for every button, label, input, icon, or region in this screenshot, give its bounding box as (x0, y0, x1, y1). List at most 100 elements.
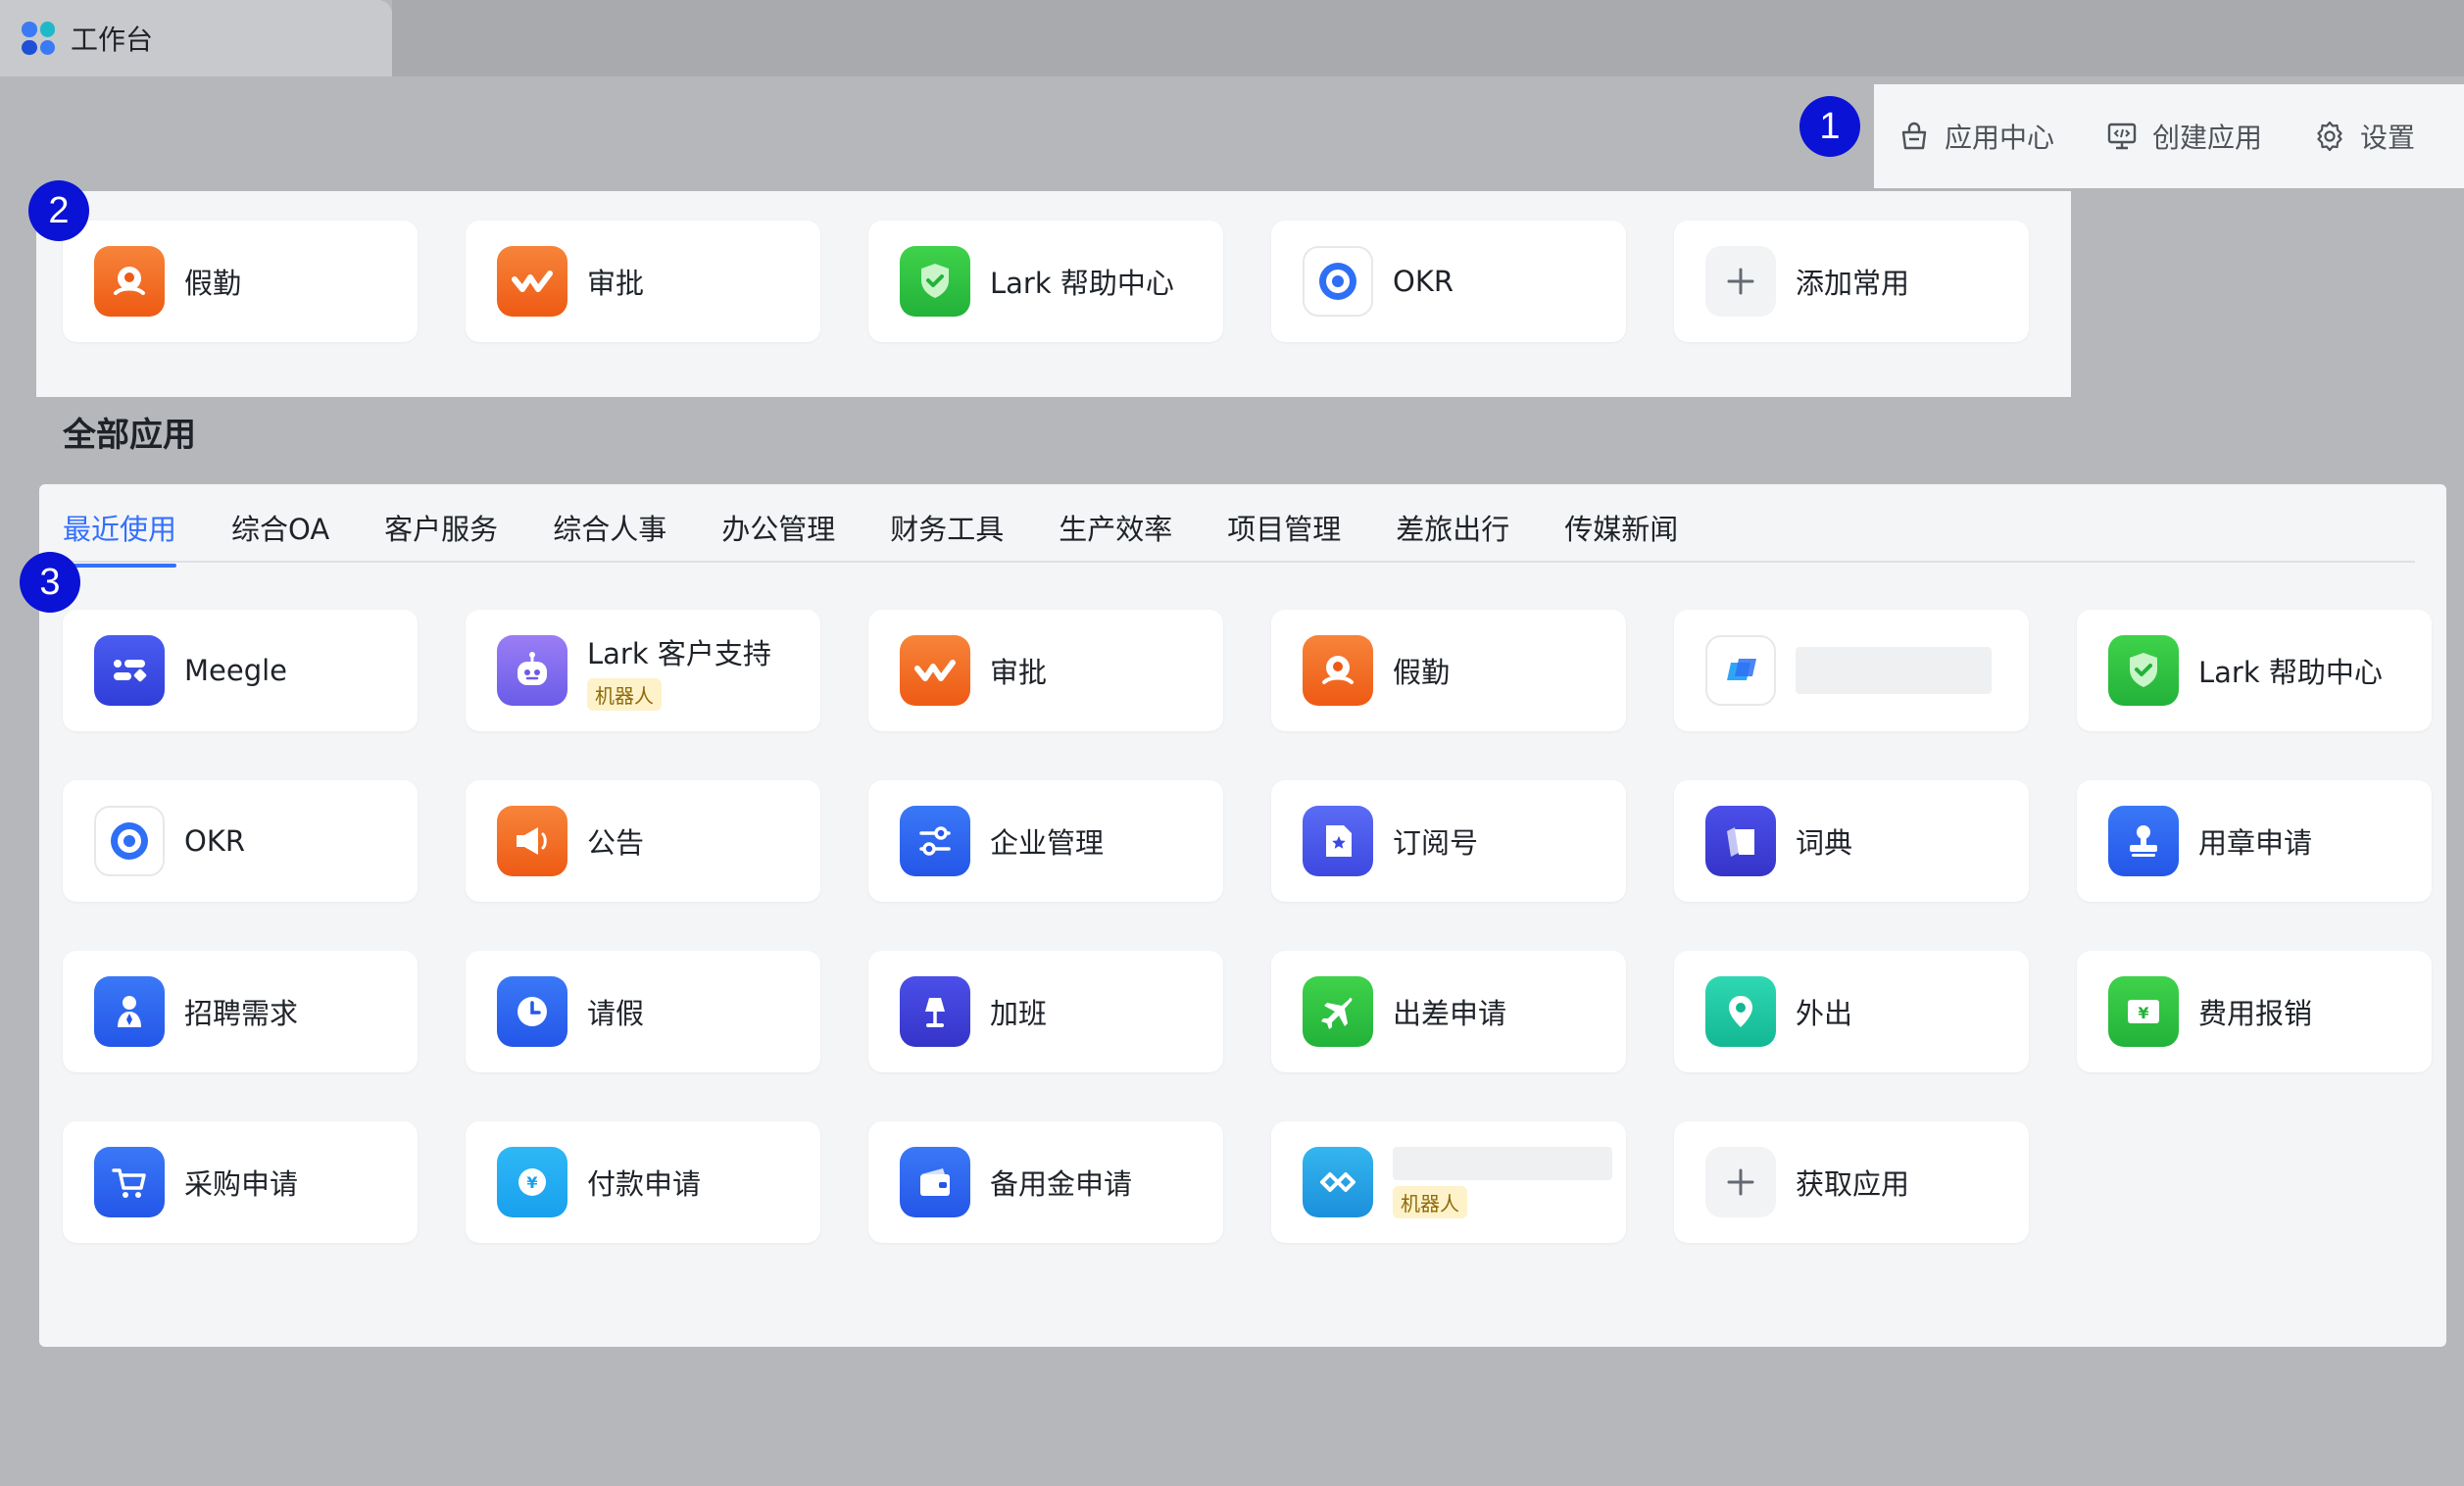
tab-oa[interactable]: 综合OA (231, 489, 329, 566)
plus-icon (1705, 246, 1776, 317)
card-label: 公告 (587, 826, 645, 860)
marker-3: 3 (20, 552, 80, 613)
okr-icon (1303, 246, 1373, 317)
app-card[interactable]: 外出 (1674, 951, 2029, 1072)
tab-recent[interactable]: 最近使用 (63, 489, 177, 568)
card-label: Lark 帮助中心 (990, 267, 1174, 300)
app-card[interactable]: 备用金申请 (868, 1121, 1223, 1243)
app-card[interactable]: 采购申请 (63, 1121, 418, 1243)
card-text: Lark 客户支持 机器人 (587, 631, 771, 711)
favorite-card[interactable]: OKR (1271, 221, 1626, 342)
favorite-card[interactable]: 假勤 (63, 221, 418, 342)
tab-finance[interactable]: 财务工具 (890, 489, 1004, 566)
wallet-icon (900, 1147, 970, 1217)
payment-icon: ¥ (497, 1147, 567, 1217)
tab-strip (392, 0, 2464, 76)
app-card[interactable]: 招聘需求 (63, 951, 418, 1072)
settings-label: 设置 (2360, 122, 2416, 154)
attendance-icon (1303, 635, 1373, 706)
card-label: Lark 帮助中心 (2198, 656, 2383, 689)
category-tabs: 最近使用 综合OA 客户服务 综合人事 办公管理 财务工具 生产效率 项目管理 … (63, 484, 2415, 568)
card-label: 获取应用 (1796, 1167, 1910, 1201)
app-card[interactable]: Lark 帮助中心 (2077, 610, 2432, 731)
app-card[interactable]: 词典 (1674, 780, 2029, 902)
card-label: OKR (1393, 265, 1454, 298)
bot-app-icon (1303, 1147, 1373, 1217)
bot-badge: 机器人 (1393, 1185, 1467, 1218)
card-label: OKR (184, 824, 245, 858)
app-card[interactable] (1674, 610, 2029, 731)
settings-button[interactable]: 设置 (2313, 117, 2415, 156)
app-card[interactable]: 出差申请 (1271, 951, 1626, 1072)
lamp-icon (900, 976, 970, 1047)
approval-icon (497, 246, 567, 317)
app-card[interactable]: 企业管理 (868, 780, 1223, 902)
card-label: Meegle (184, 654, 288, 687)
tab-media[interactable]: 传媒新闻 (1564, 489, 1678, 566)
card-label: 企业管理 (990, 826, 1105, 860)
card-label: 审批 (990, 656, 1048, 689)
app-card[interactable]: Lark 客户支持 机器人 (466, 610, 820, 731)
card-label: 添加常用 (1796, 267, 1910, 300)
tab-travel[interactable]: 差旅出行 (1396, 489, 1509, 566)
help-center-icon (900, 246, 970, 317)
plus-icon (1705, 1147, 1776, 1217)
app-card[interactable]: 公告 (466, 780, 820, 902)
get-apps-button[interactable]: 获取应用 (1674, 1121, 2029, 1243)
workbench-tab[interactable]: 工作台 (0, 0, 392, 76)
card-label: 假勤 (184, 267, 242, 300)
svg-text:¥: ¥ (526, 1173, 537, 1192)
tab-project[interactable]: 项目管理 (1227, 489, 1341, 566)
clock-icon (497, 976, 567, 1047)
app-center-label: 应用中心 (1945, 122, 2055, 154)
app-card[interactable]: 用章申请 (2077, 780, 2432, 902)
tab-hr[interactable]: 综合人事 (553, 489, 666, 566)
shopping-bag-icon (1901, 122, 1927, 150)
app-card[interactable]: ¥ 付款申请 (466, 1121, 820, 1243)
card-label: 词典 (1796, 826, 1853, 860)
app-card[interactable]: 加班 (868, 951, 1223, 1072)
megaphone-icon (497, 806, 567, 876)
favorite-card[interactable]: 审批 (466, 221, 820, 342)
app-card[interactable]: 机器人 (1271, 1121, 1626, 1243)
tab-productivity[interactable]: 生产效率 (1059, 489, 1172, 566)
app-card[interactable]: 请假 (466, 951, 820, 1072)
card-label: 费用报销 (2198, 997, 2313, 1030)
card-label: 用章申请 (2198, 826, 2313, 860)
cart-icon (94, 1147, 165, 1217)
app-center-button[interactable]: 应用中心 (1897, 117, 2054, 156)
card-label: 加班 (990, 997, 1048, 1030)
attendance-icon (94, 246, 165, 317)
bot-badge: 机器人 (587, 677, 662, 711)
app-card[interactable]: OKR (63, 780, 418, 902)
card-label: 外出 (1796, 997, 1853, 1030)
card-label: 招聘需求 (184, 997, 299, 1030)
tab-customer-service[interactable]: 客户服务 (384, 489, 498, 566)
card-label: 订阅号 (1393, 826, 1479, 860)
location-icon (1705, 976, 1776, 1047)
workbench-page: 工作台 1 应用中心 创建应用 设置 假勤 审批 Lark 帮助中心 OKR 添… (0, 0, 2464, 1486)
card-label: 审批 (587, 267, 645, 300)
tab-office[interactable]: 办公管理 (721, 489, 835, 566)
create-app-button[interactable]: 创建应用 (2105, 117, 2262, 156)
app-card[interactable]: 审批 (868, 610, 1223, 731)
app-card[interactable]: Meegle (63, 610, 418, 731)
toolbar: 应用中心 创建应用 设置 (1874, 84, 2464, 188)
tab-title: 工作台 (71, 24, 154, 56)
card-label: 请假 (587, 997, 645, 1030)
app-card[interactable]: ¥ 费用报销 (2077, 951, 2432, 1072)
all-apps-title: 全部应用 (63, 416, 196, 455)
app-card[interactable]: 订阅号 (1271, 780, 1626, 902)
robot-icon (497, 635, 567, 706)
add-favorite-button[interactable]: 添加常用 (1674, 221, 2029, 342)
expense-icon: ¥ (2108, 976, 2179, 1047)
favorite-card[interactable]: Lark 帮助中心 (868, 221, 1223, 342)
stamp-icon (2108, 806, 2179, 876)
all-apps-panel: 最近使用 综合OA 客户服务 综合人事 办公管理 财务工具 生产效率 项目管理 … (39, 484, 2446, 1347)
card-text: 机器人 (1393, 1146, 1612, 1218)
app-card[interactable]: 假勤 (1271, 610, 1626, 731)
airplane-icon (1303, 976, 1373, 1047)
marker-2: 2 (28, 180, 89, 241)
redacted-name-placeholder (1393, 1146, 1612, 1180)
card-label: 采购申请 (184, 1167, 299, 1201)
